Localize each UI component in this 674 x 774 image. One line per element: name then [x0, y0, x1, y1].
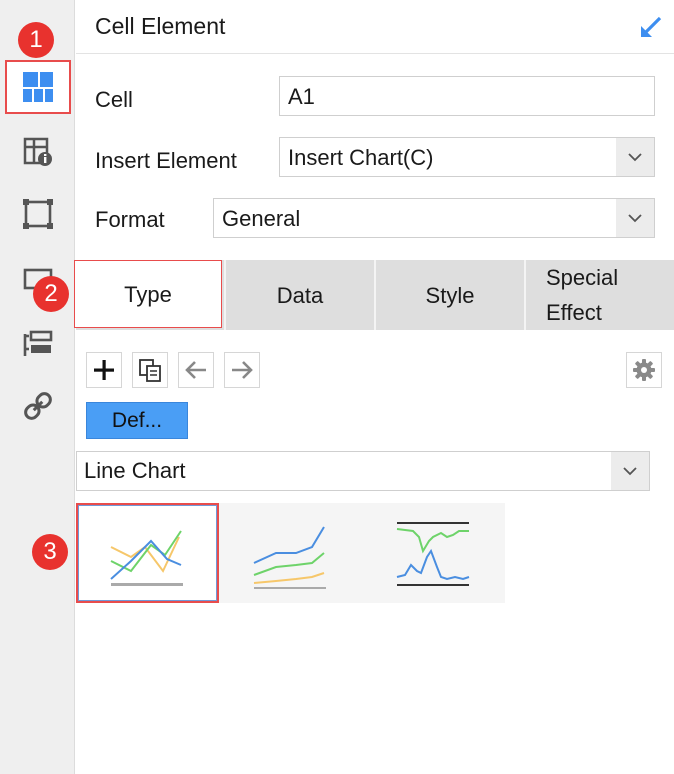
sidebar	[0, 0, 75, 774]
cell-element-icon	[23, 72, 53, 102]
plus-icon	[94, 360, 114, 380]
tab-data[interactable]: Data	[224, 260, 374, 330]
sidebar-item-cell-element[interactable]	[5, 60, 71, 114]
tab-special-effect-label: Special Effect	[546, 265, 619, 325]
step-badge-3: 3	[32, 534, 68, 570]
move-left-button[interactable]	[178, 352, 214, 388]
arrow-left-icon	[185, 361, 206, 379]
copy-icon	[139, 359, 161, 382]
format-label: Format	[95, 207, 165, 232]
chart-type-select[interactable]: Line Chart	[76, 451, 650, 491]
add-chart-button[interactable]	[86, 352, 122, 388]
sidebar-item-cell-attribute[interactable]	[0, 126, 75, 178]
tab-type-label: Type	[124, 281, 172, 307]
chart-settings-button[interactable]	[626, 352, 662, 388]
line-chart-with-bounds-thumbnail[interactable]	[362, 503, 505, 603]
cell-input[interactable]: A1	[279, 76, 655, 116]
default-chart-button[interactable]: Def...	[86, 402, 188, 439]
cell-attribute-icon	[23, 137, 52, 166]
step-badge-2: 2	[33, 276, 69, 312]
chevron-down-icon[interactable]	[616, 199, 654, 237]
cell-label: Cell	[95, 87, 133, 112]
insert-element-label: Insert Element	[95, 148, 237, 173]
bounded-line-chart-icon	[396, 522, 469, 586]
sidebar-item-hyperlink[interactable]	[0, 380, 75, 432]
tab-special-effect[interactable]: Special Effect	[524, 260, 674, 330]
tab-type[interactable]: Type	[74, 260, 222, 328]
step-badge-1: 1	[18, 22, 54, 58]
tab-data-label: Data	[276, 282, 324, 308]
chevron-down-icon[interactable]	[616, 138, 654, 176]
cell-element-panel: Cell Element Cell A1 Insert Element Inse…	[74, 0, 674, 774]
float-element-icon	[22, 199, 53, 229]
tab-style[interactable]: Style	[374, 260, 524, 330]
panel-header: Cell Element	[76, 0, 674, 54]
format-value: General	[222, 206, 301, 231]
tab-bar: Type Data Style Special Effect	[74, 260, 674, 330]
sidebar-item-form-layout[interactable]	[0, 318, 75, 370]
copy-chart-button[interactable]	[132, 352, 168, 388]
form-layout-icon	[23, 330, 52, 356]
stacked-line-chart-icon	[253, 526, 326, 589]
cell-input-value: A1	[288, 84, 315, 109]
chart-type-value: Line Chart	[84, 458, 186, 483]
arrow-right-icon	[232, 361, 253, 379]
insert-element-value: Insert Chart(C)	[288, 145, 434, 170]
line-chart-thumbnail[interactable]	[76, 503, 219, 603]
gear-icon	[633, 359, 655, 381]
sidebar-item-float-element[interactable]	[0, 188, 75, 240]
panel-title: Cell Element	[95, 13, 226, 39]
insert-element-select[interactable]: Insert Chart(C)	[279, 137, 655, 177]
chart-style-thumbnails	[76, 503, 506, 603]
tab-style-label: Style	[425, 282, 475, 308]
hyperlink-icon	[23, 392, 52, 420]
stacked-line-chart-thumbnail[interactable]	[219, 503, 362, 603]
move-right-button[interactable]	[224, 352, 260, 388]
arrow-down-left-icon[interactable]	[638, 14, 664, 45]
format-select[interactable]: General	[213, 198, 655, 238]
chevron-down-icon[interactable]	[611, 452, 649, 490]
